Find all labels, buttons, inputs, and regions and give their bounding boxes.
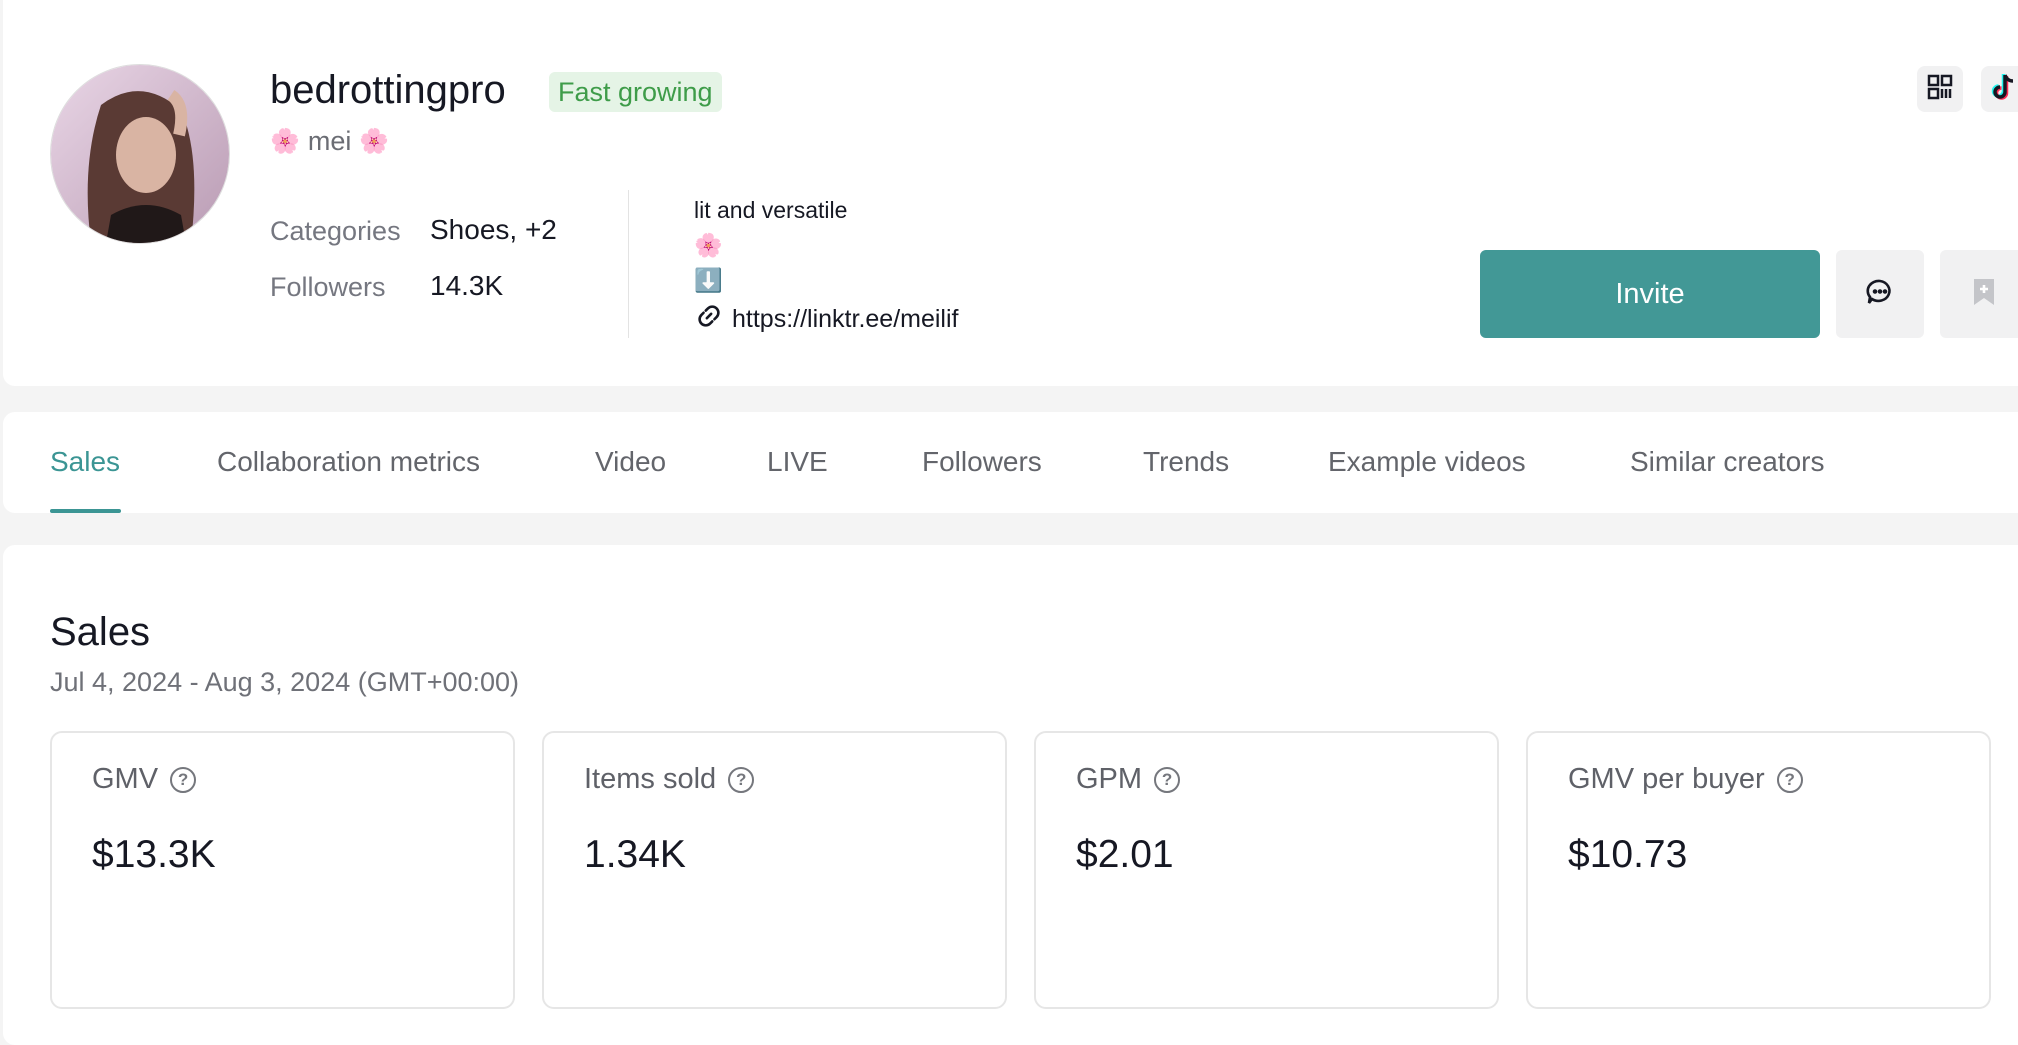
message-button[interactable] xyxy=(1836,250,1924,338)
qr-code-button[interactable] xyxy=(1917,66,1963,112)
help-icon[interactable]: ? xyxy=(728,766,755,793)
invite-button[interactable]: Invite xyxy=(1480,250,1820,338)
tab-similar-creators[interactable]: Similar creators xyxy=(1630,446,1824,478)
tab-example-videos[interactable]: Example videos xyxy=(1328,446,1526,478)
metric-value: $10.73 xyxy=(1568,833,1688,876)
bookmark-icon xyxy=(1971,277,1997,312)
bio-arrow-emoji: ⬇️ xyxy=(694,267,723,293)
tiktok-icon xyxy=(1990,72,2018,107)
bookmark-button[interactable] xyxy=(1940,250,2018,338)
metric-label: GMV ? xyxy=(92,763,197,796)
flower-emoji: 🌸 xyxy=(270,128,300,155)
bio-link[interactable]: https://linktr.ee/meilif xyxy=(696,303,958,336)
metric-label: GPM ? xyxy=(1076,763,1181,796)
tab-collaboration-metrics[interactable]: Collaboration metrics xyxy=(217,446,480,478)
active-tab-indicator xyxy=(50,509,121,513)
metric-label-text: GMV per buyer xyxy=(1568,763,1765,795)
tiktok-button[interactable] xyxy=(1981,66,2018,112)
metric-value: 1.34K xyxy=(584,833,686,876)
tab-sales[interactable]: Sales xyxy=(50,446,120,478)
categories-value: Shoes, +2 xyxy=(430,214,557,245)
nickname-text: mei xyxy=(307,126,352,156)
metric-label: Items sold ? xyxy=(584,763,755,796)
status-badge: Fast growing xyxy=(549,72,722,112)
metric-card-items-sold: Items sold ? 1.34K xyxy=(542,731,1007,1009)
categories-label: Categories xyxy=(270,216,401,246)
bio-text: lit and versatile xyxy=(694,197,848,223)
metric-card-gmv-per-buyer: GMV per buyer ? $10.73 xyxy=(1526,731,1991,1009)
metric-label-text: GPM xyxy=(1076,763,1143,795)
qr-code-icon xyxy=(1926,73,1954,106)
nickname: 🌸 mei 🌸 xyxy=(270,126,389,157)
flower-emoji: 🌸 xyxy=(359,128,390,155)
followers-label: Followers xyxy=(270,272,386,302)
followers-value: 14.3K xyxy=(430,270,504,301)
date-range: Jul 4, 2024 - Aug 3, 2024 (GMT+00:00) xyxy=(50,667,520,697)
metric-card-gmv: GMV ? $13.3K xyxy=(50,731,515,1009)
username: bedrottingpro xyxy=(270,68,506,112)
link-icon xyxy=(696,303,722,336)
message-icon xyxy=(1865,277,1895,312)
metric-label-text: GMV xyxy=(92,763,159,795)
bio-flower-emoji: 🌸 xyxy=(694,232,723,258)
tab-live[interactable]: LIVE xyxy=(767,446,828,478)
metric-card-gpm: GPM ? $2.01 xyxy=(1034,731,1499,1009)
help-icon[interactable]: ? xyxy=(170,766,197,793)
metric-label-text: Items sold xyxy=(584,763,717,795)
metric-value: $2.01 xyxy=(1076,833,1174,876)
help-icon[interactable]: ? xyxy=(1154,766,1181,793)
divider xyxy=(628,190,629,338)
tab-followers[interactable]: Followers xyxy=(922,446,1042,478)
section-title: Sales xyxy=(50,610,151,654)
bio-link-text: https://linktr.ee/meilif xyxy=(732,305,959,333)
metric-value: $13.3K xyxy=(92,833,216,876)
help-icon[interactable]: ? xyxy=(1776,766,1803,793)
avatar xyxy=(50,64,230,244)
tab-trends[interactable]: Trends xyxy=(1143,446,1229,478)
metric-label: GMV per buyer ? xyxy=(1568,763,1803,796)
tab-video[interactable]: Video xyxy=(595,446,666,478)
